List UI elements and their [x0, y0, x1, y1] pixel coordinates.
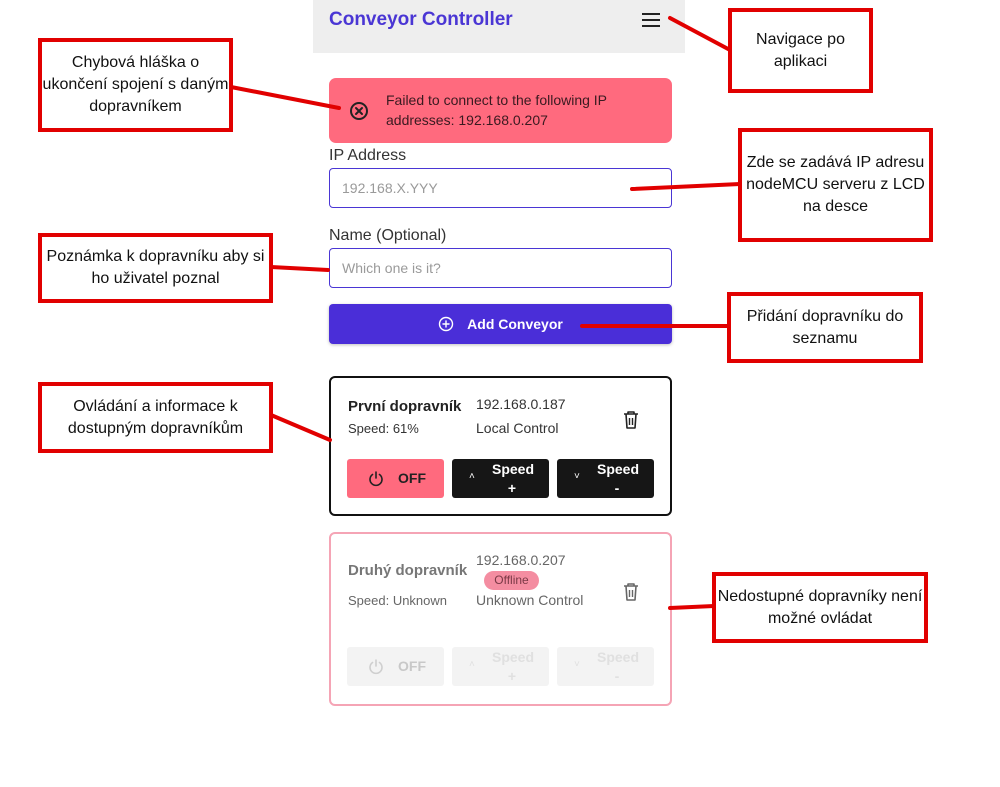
conveyor-name: První dopravník	[348, 398, 462, 415]
annotation-unavailable: Nedostupné dopravníky není možné ovládat	[712, 572, 928, 643]
off-label: OFF	[398, 470, 426, 486]
conveyor-ip: 192.168.0.207	[476, 552, 566, 568]
x-circle-icon	[350, 102, 368, 120]
speed-up-button[interactable]: ˄ Speed +	[452, 459, 549, 498]
add-conveyor-button[interactable]: Add Conveyor	[329, 304, 672, 344]
power-off-button[interactable]: OFF	[347, 647, 444, 686]
app-column: Conveyor Controller Failed to connect to…	[313, 0, 685, 787]
power-icon	[369, 471, 383, 487]
name-input[interactable]	[329, 248, 672, 288]
annotation-navigation: Navigace po aplikaci	[728, 8, 873, 93]
speed-up-button[interactable]: ˄ Speed +	[452, 647, 549, 686]
chevron-down-icon: ˅	[574, 659, 580, 670]
hamburger-menu-icon[interactable]	[640, 10, 664, 32]
status-badge: Offline	[484, 571, 539, 590]
annotation-controls: Ovládání a informace k dostupným dopravn…	[38, 382, 273, 453]
chevron-up-icon: ˄	[469, 659, 475, 670]
trash-icon[interactable]	[622, 410, 640, 430]
speed-down-label: Speed -	[597, 461, 640, 496]
annotation-add: Přidání dopravníku do seznamu	[727, 292, 923, 363]
trash-icon[interactable]	[622, 582, 640, 602]
conveyor-control-mode: Local Control	[476, 420, 559, 436]
conveyor-controls: OFF ˄ Speed + ˅ Speed -	[347, 647, 655, 687]
conveyor-card: První dopravník Speed: 61% 192.168.0.187…	[329, 376, 672, 516]
conveyor-card-offline: Druhý dopravník Speed: Unknown 192.168.0…	[329, 532, 672, 706]
power-off-button[interactable]: OFF	[347, 459, 444, 498]
conveyor-speed: Speed: Unknown	[348, 593, 448, 608]
chevron-down-icon: ˅	[574, 471, 580, 482]
ip-address-input[interactable]	[329, 168, 672, 208]
conveyor-ip: 192.168.0.187	[476, 396, 566, 412]
conveyor-control-mode: Unknown Control	[476, 592, 584, 608]
off-label: OFF	[398, 658, 426, 674]
name-label: Name (Optional)	[329, 227, 447, 244]
speed-up-label: Speed +	[492, 461, 535, 496]
conveyor-name: Druhý dopravník	[348, 562, 468, 579]
conveyor-controls: OFF ˄ Speed + ˅ Speed -	[347, 459, 655, 499]
annotation-error: Chybová hláška o ukončení spojení s daný…	[38, 38, 233, 132]
speed-up-label: Speed +	[492, 649, 535, 684]
speed-down-label: Speed -	[597, 649, 640, 684]
power-icon	[369, 659, 383, 675]
ip-address-label: IP Address	[329, 147, 407, 164]
speed-down-button[interactable]: ˅ Speed -	[557, 647, 654, 686]
app-title: Conveyor Controller	[329, 9, 513, 30]
annotation-name-note: Poznámka k dopravníku aby si ho uživatel…	[38, 233, 273, 303]
speed-down-button[interactable]: ˅ Speed -	[557, 459, 654, 498]
chevron-up-icon: ˄	[469, 471, 475, 482]
error-banner: Failed to connect to the following IP ad…	[329, 78, 672, 143]
plus-circle-icon	[438, 316, 454, 332]
error-message: Failed to connect to the following IP ad…	[386, 92, 607, 128]
annotation-ip-input: Zde se zadává IP adresu nodeMCU serveru …	[738, 128, 933, 242]
top-bar: Conveyor Controller	[313, 0, 685, 53]
conveyor-speed: Speed: 61%	[348, 421, 419, 436]
add-conveyor-label: Add Conveyor	[467, 316, 563, 332]
